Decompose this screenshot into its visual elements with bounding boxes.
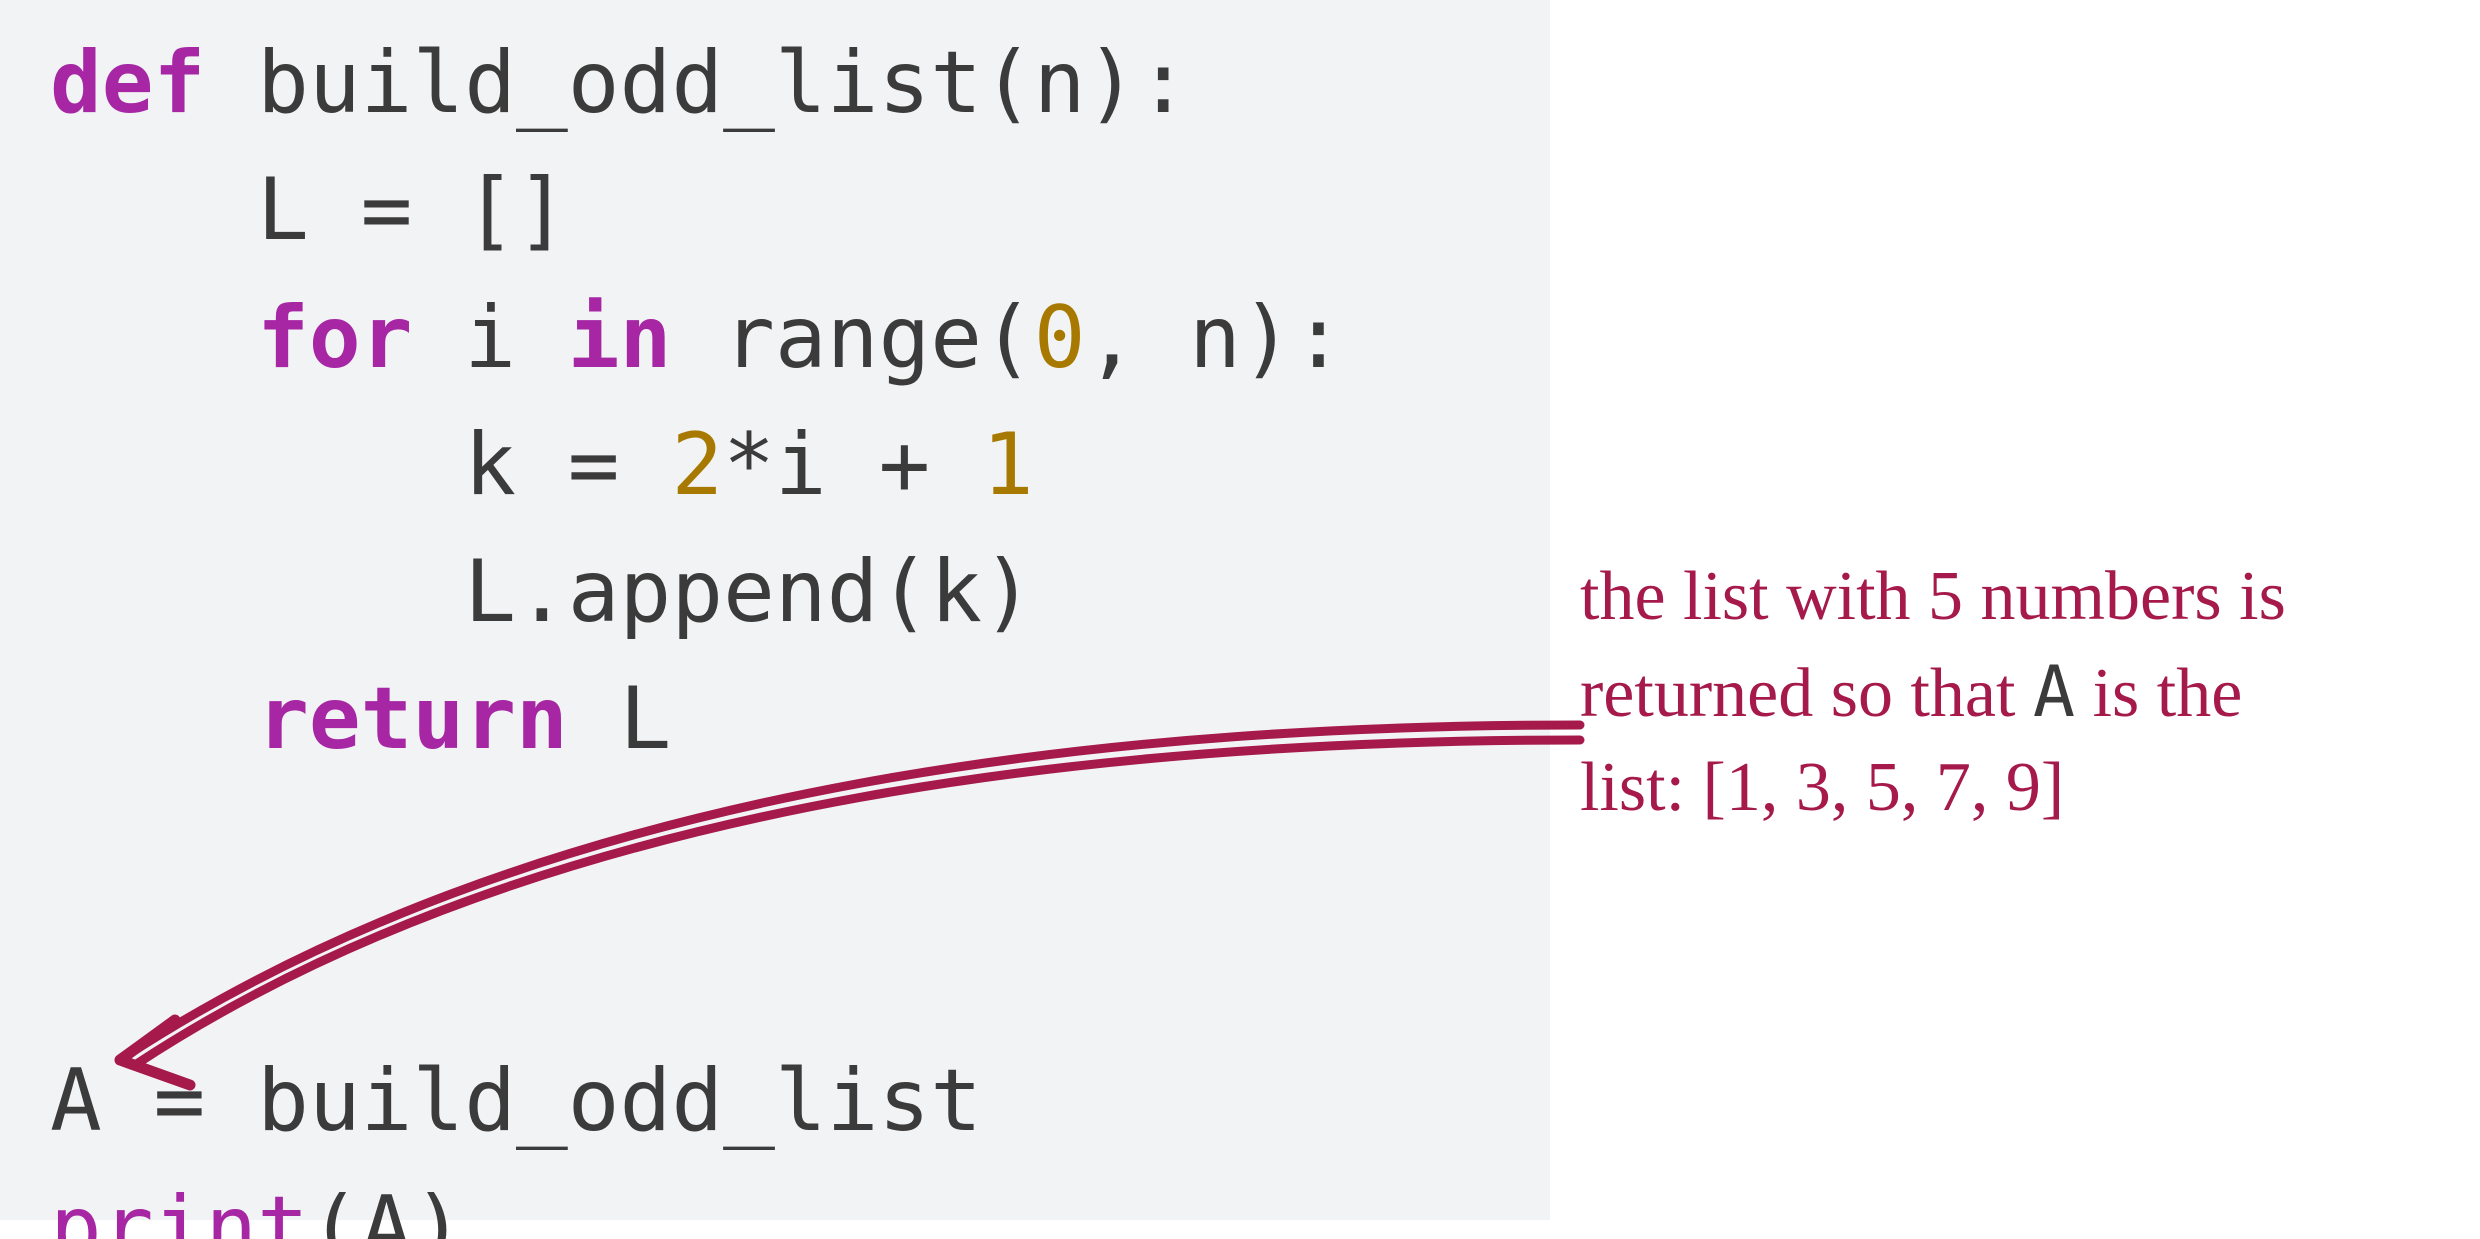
code-indent: k = xyxy=(50,415,671,515)
code-text: i xyxy=(412,288,567,388)
keyword-def: def xyxy=(50,33,205,133)
code-text: L xyxy=(568,669,672,769)
number-zero: 0 xyxy=(1034,288,1086,388)
function-signature: build_odd_list(n): xyxy=(205,33,1189,133)
annotation-fragment: is the xyxy=(2075,655,2242,732)
number-two: 2 xyxy=(671,415,723,515)
code-text: range( xyxy=(671,288,1033,388)
code-block: def build_odd_list(n): L = [] for i in r… xyxy=(0,0,1550,1220)
annotation-variable-A: A xyxy=(2033,651,2075,733)
code-line-2: L = [] xyxy=(50,160,568,260)
code-line-7: A = build_odd_list xyxy=(50,1051,982,1151)
keyword-for: for xyxy=(257,288,412,388)
annotation-line-3: list: [1, 3, 5, 7, 9] xyxy=(1580,741,2450,836)
call-print: print xyxy=(50,1178,309,1239)
code-text: (A) xyxy=(309,1178,464,1239)
code-text: *i + xyxy=(723,415,982,515)
keyword-in: in xyxy=(568,288,672,388)
keyword-return: return xyxy=(257,669,568,769)
annotation-fragment: returned so that xyxy=(1580,655,2033,732)
slide-root: def build_odd_list(n): L = [] for i in r… xyxy=(0,0,2480,1239)
annotation-line-1: the list with 5 numbers is xyxy=(1580,550,2450,645)
number-one: 1 xyxy=(982,415,1034,515)
annotation-line-2: returned so that A is the xyxy=(1580,645,2450,742)
code-text: , n): xyxy=(1086,288,1345,388)
code-line-5: L.append(k) xyxy=(50,542,1034,642)
annotation-text: the list with 5 numbers is returned so t… xyxy=(1580,550,2450,836)
